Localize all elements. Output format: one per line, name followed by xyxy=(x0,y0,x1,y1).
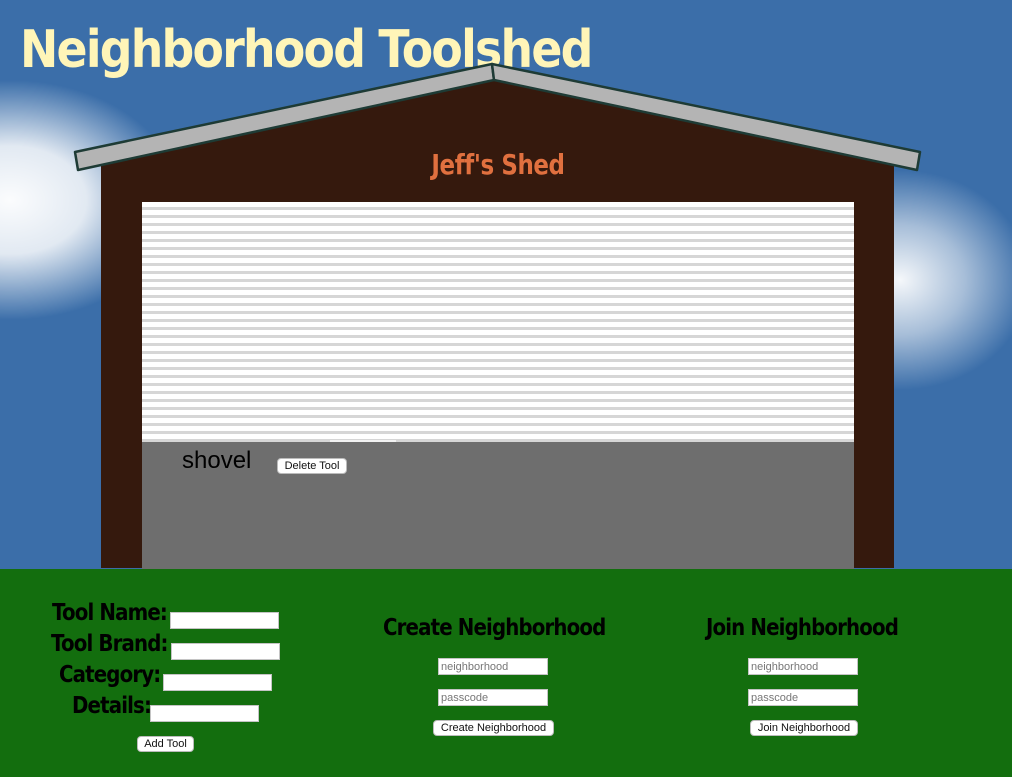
shed-name: Jeff's Shed xyxy=(431,148,565,181)
details-label: Details: xyxy=(72,693,152,719)
create-neighborhood-passcode-input[interactable] xyxy=(438,689,548,706)
create-neighborhood-heading: Create Neighborhood xyxy=(383,615,606,641)
join-neighborhood-name-input[interactable] xyxy=(748,658,858,675)
category-label: Category: xyxy=(59,662,161,688)
create-neighborhood-name-input[interactable] xyxy=(438,658,548,675)
delete-tool-button[interactable]: Delete Tool xyxy=(277,458,347,474)
category-input[interactable] xyxy=(163,674,272,691)
garage-door-edge xyxy=(330,440,396,442)
add-tool-button[interactable]: Add Tool xyxy=(137,736,194,752)
tool-brand-label: Tool Brand: xyxy=(51,631,168,657)
join-neighborhood-heading: Join Neighborhood xyxy=(706,615,899,641)
details-input[interactable] xyxy=(150,705,259,722)
garage-door xyxy=(142,202,854,442)
join-neighborhood-button[interactable]: Join Neighborhood xyxy=(750,720,858,736)
tool-name-input[interactable] xyxy=(170,612,279,629)
create-neighborhood-button[interactable]: Create Neighborhood xyxy=(433,720,554,736)
tool-name-label: Tool Name: xyxy=(52,600,168,626)
tool-name: shovel xyxy=(182,447,252,474)
join-neighborhood-passcode-input[interactable] xyxy=(748,689,858,706)
tool-brand-input[interactable] xyxy=(171,643,280,660)
